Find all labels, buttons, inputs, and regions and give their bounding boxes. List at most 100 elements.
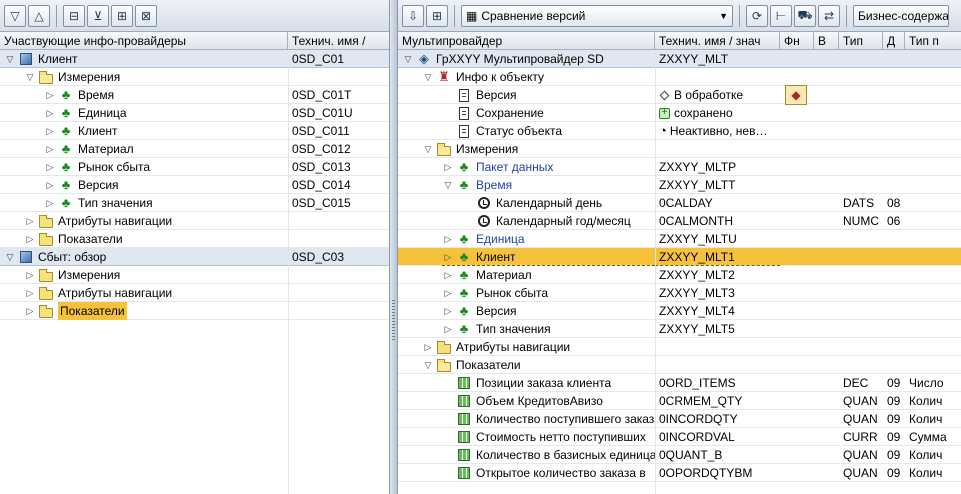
find-icon[interactable]: ⊞	[111, 4, 133, 27]
tree-node[interactable]: Стоимость нетто поступивших	[442, 428, 655, 446]
expand-closed-icon[interactable]: ▷	[442, 302, 454, 320]
tree-node[interactable]: ▷ Измерения	[24, 266, 288, 284]
pane-splitter[interactable]	[390, 0, 397, 494]
find-next-icon[interactable]: ⊠	[135, 4, 157, 27]
expand-open-icon[interactable]: ▽	[24, 68, 36, 86]
tree-row[interactable]: Открытое количество заказа в 0OPORDQTYBM Q…	[398, 464, 961, 482]
tree-row[interactable]: Позиции заказа клиента 0ORD_ITEMS DEC 09 Чис…	[398, 374, 961, 392]
tree-row[interactable]: ▷ Атрибуты навигации	[398, 338, 961, 356]
tree-node[interactable]: ▷ ♣ Тип значения	[442, 320, 655, 338]
tree-node[interactable]: ▷ Атрибуты навигации	[422, 338, 655, 356]
expand-closed-icon[interactable]: ▷	[24, 284, 36, 302]
tree-node[interactable]: ▷ ♣ Версия	[442, 302, 655, 320]
tree-node[interactable]: ▷ ♣ Рынок сбыта	[44, 158, 288, 176]
tree-icon[interactable]: ⊢	[770, 4, 792, 27]
tree-row[interactable]: ▽ ♣ Время ZXXYY_MLTT	[398, 176, 961, 194]
tree-row[interactable]: ▽ Показатели	[398, 356, 961, 374]
tree-node[interactable]: Объем КредитовАвизо	[442, 392, 655, 410]
version-compare-dropdown[interactable]: ▦ Сравнение версий ▼	[461, 4, 733, 27]
tree-row[interactable]: Версия В обработке ◆	[398, 85, 961, 105]
tree-row[interactable]: Количество поступившего заказа 0INCORDQTY…	[398, 410, 961, 428]
expand-open-icon[interactable]: ▽	[4, 50, 16, 68]
tree-node[interactable]: Сохранение	[442, 104, 655, 122]
tree-node[interactable]: Версия	[442, 86, 655, 104]
col-header-techname[interactable]: Технич. имя / знач	[655, 32, 780, 50]
expand-closed-icon[interactable]: ▷	[44, 104, 56, 122]
expand-closed-icon[interactable]: ▷	[44, 158, 56, 176]
tree-node[interactable]: Статус объекта	[442, 122, 655, 140]
tree-node[interactable]: ▽ Клиент	[4, 50, 288, 68]
expand-open-icon[interactable]: ▽	[442, 176, 454, 194]
tree-row[interactable]: ▷ ♣ Единица ZXXYY_MLTU	[398, 230, 961, 248]
tree-row[interactable]: Стоимость нетто поступивших 0INCORDVAL CUR…	[398, 428, 961, 446]
tree-node[interactable]: ▽ ♣ Время	[442, 176, 655, 194]
expand-closed-icon[interactable]: ▷	[24, 212, 36, 230]
splitter-grip[interactable]	[392, 300, 395, 340]
activate-icon[interactable]: ◆	[785, 85, 807, 105]
tree-node[interactable]: ▷ Показатели	[24, 230, 288, 248]
tree-row[interactable]: ▷ ♣ Клиент 0SD_C011	[0, 122, 389, 140]
tree-node[interactable]: ▷ ♣ Клиент	[44, 122, 288, 140]
tree-node[interactable]: ▽ Измерения	[422, 140, 655, 158]
import-icon[interactable]: ⇩	[402, 4, 424, 27]
expand-closed-icon[interactable]: ▷	[442, 320, 454, 338]
tree-node[interactable]: Календарный день	[462, 194, 655, 212]
filter-icon[interactable]: ⊻	[87, 4, 109, 27]
expand-closed-icon[interactable]: ▷	[442, 230, 454, 248]
tree-node[interactable]: ▷ ♣ Материал	[442, 266, 655, 284]
expand-closed-icon[interactable]: ▷	[422, 338, 434, 356]
collapse-all-icon[interactable]: △	[28, 4, 50, 27]
tree-row[interactable]: Календарный год/месяц 0CALMONTH NUMC 06	[398, 212, 961, 230]
tree-node[interactable]: ▷ Атрибуты навигации	[24, 212, 288, 230]
expand-all-icon[interactable]: ▽	[4, 4, 26, 27]
expand-open-icon[interactable]: ▽	[402, 50, 414, 68]
tree-row[interactable]: ▷ ♣ Тип значения 0SD_C015	[0, 194, 389, 212]
tree-node[interactable]: ▽ ◈ ГрХХYY Мультипровайдер SD	[402, 50, 655, 68]
expand-closed-icon[interactable]: ▷	[442, 158, 454, 176]
tree-node[interactable]: ▷ ♣ Рынок сбыта	[442, 284, 655, 302]
tree-row[interactable]: ▷ ♣ Версия 0SD_C014	[0, 176, 389, 194]
tree-row[interactable]: ▷ ♣ Рынок сбыта 0SD_C013	[0, 158, 389, 176]
refresh-icon[interactable]: ⟳	[746, 4, 768, 27]
tree-row[interactable]: ▷ ♣ Материал ZXXYY_MLT2	[398, 266, 961, 284]
col-header-d[interactable]: Д	[883, 32, 905, 50]
transport-icon[interactable]: ⛟	[794, 4, 816, 27]
tree-row[interactable]: ▷ ♣ Клиент ZXXYY_MLT1	[398, 248, 961, 266]
expand-closed-icon[interactable]: ▷	[44, 86, 56, 104]
tree-row[interactable]: ▷ ♣ Пакет данных ZXXYY_MLTP	[398, 158, 961, 176]
tree-row[interactable]: ▷ ♣ Тип значения ZXXYY_MLT5	[398, 320, 961, 338]
tree-node[interactable]: ▷ ♣ Материал	[44, 140, 288, 158]
expand-open-icon[interactable]: ▽	[422, 140, 434, 158]
tree-row[interactable]: ▷ ♣ Единица 0SD_C01U	[0, 104, 389, 122]
tree-row[interactable]: Статус объекта ◔ Неактивно, нев…	[398, 122, 961, 140]
col-header-type-p[interactable]: Тип п	[905, 32, 961, 50]
expand-open-icon[interactable]: ▽	[422, 68, 434, 86]
tree-row[interactable]: Календарный день 0CALDAY DATS 08	[398, 194, 961, 212]
expand-closed-icon[interactable]: ▷	[24, 230, 36, 248]
tree-node[interactable]: ▽ ♜ Инфо к объекту	[422, 68, 655, 86]
tree-row[interactable]: ▽ ♜ Инфо к объекту	[398, 68, 961, 86]
tree-node[interactable]: ▽ Измерения	[24, 68, 288, 86]
tree-row[interactable]: ▷ ♣ Рынок сбыта ZXXYY_MLT3	[398, 284, 961, 302]
tree-node[interactable]: Количество в базисных единицах	[442, 446, 655, 464]
col-header-multiprovider[interactable]: Мультипровайдер	[398, 32, 655, 50]
expand-open-icon[interactable]: ▽	[4, 248, 16, 266]
tree-row[interactable]: ▽ Измерения	[0, 68, 389, 86]
tree-row[interactable]: Сохранение + сохранено	[398, 104, 961, 122]
tree-node[interactable]: ▷ Показатели	[24, 302, 288, 320]
tree-root-row[interactable]: ▽ ◈ ГрХХYY Мультипровайдер SD ZXXYY_MLT	[398, 50, 961, 68]
expand-closed-icon[interactable]: ▷	[24, 302, 36, 320]
navigate-icon[interactable]: ⇄	[818, 4, 840, 27]
tree-node[interactable]: Позиции заказа клиента	[442, 374, 655, 392]
expand-open-icon[interactable]: ▽	[422, 356, 434, 374]
tree-row[interactable]: ▷ Атрибуты навигации	[0, 212, 389, 230]
tree-node[interactable]: ▷ ♣ Единица	[44, 104, 288, 122]
tree-node[interactable]: Открытое количество заказа в	[442, 464, 655, 482]
business-content-button[interactable]: Бизнес-содержание	[853, 4, 949, 27]
col-header-infoproviders[interactable]: Участвующие инфо-провайдеры	[0, 32, 288, 50]
expand-closed-icon[interactable]: ▷	[44, 176, 56, 194]
tree-node[interactable]: Количество поступившего заказа	[442, 410, 655, 428]
tree-node[interactable]: ▷ ♣ Клиент	[442, 248, 655, 266]
tree-row[interactable]: ▷ ♣ Версия ZXXYY_MLT4	[398, 302, 961, 320]
tree-row[interactable]: ▷ Показатели	[0, 302, 389, 320]
